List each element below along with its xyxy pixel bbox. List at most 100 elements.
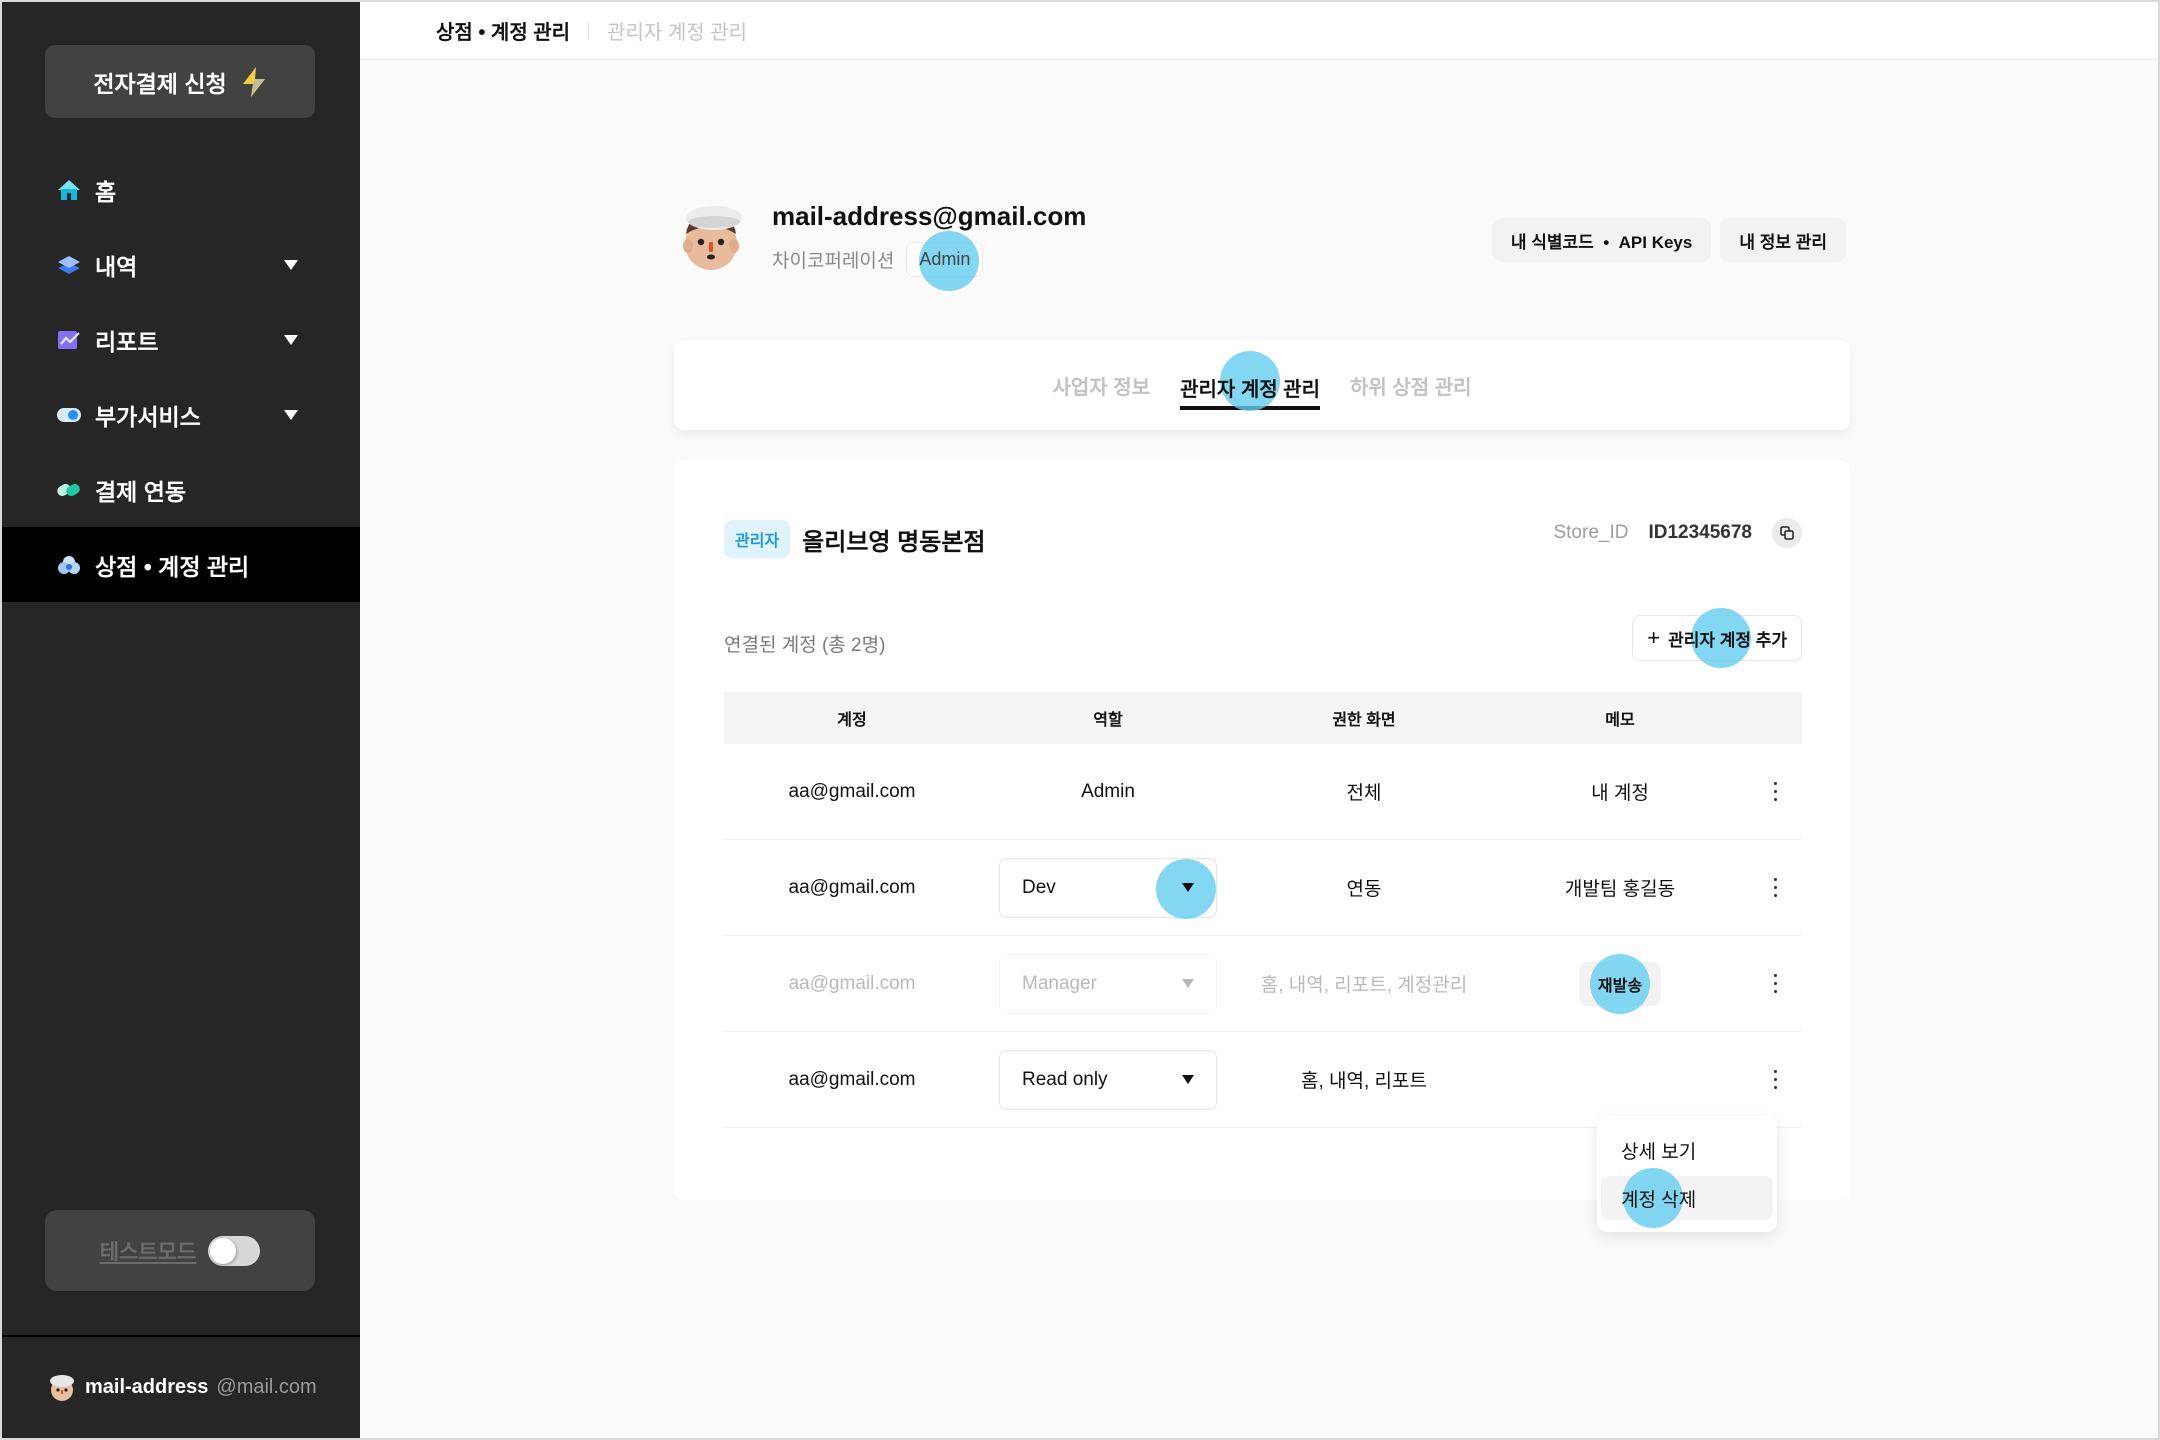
add-admin-account-button[interactable]: + 관리자 계정 추가 [1632,608,1802,668]
chevron-down-icon[interactable] [284,409,298,420]
user-footer[interactable]: mail-address @mail.com [47,1372,317,1402]
chevron-down-icon[interactable] [284,334,298,345]
admin-badge: 관리자 [724,520,791,558]
table-row: aa@gmail.com Manager 홈, 내역, 리포트, 계정관리 재발… [724,936,1802,1032]
sidebar: 전자결제 신청 홈 내역 리포트 부가서비스 결제 연동 상점 • 계정 관리 … [2,2,360,1438]
more-options-icon[interactable] [1773,878,1777,897]
breadcrumb-separator [588,21,590,40]
menu-item-view-details[interactable]: 상세 보기 [1601,1128,1773,1172]
role-select-value: Manager [1022,972,1097,994]
sidebar-item-report[interactable]: 리포트 [2,302,360,377]
user-name: mail-address [85,1375,209,1398]
tab-sub-stores[interactable]: 하위 상점 관리 [1350,363,1472,408]
column-header-memo: 메모 [1605,712,1635,729]
store-id: Store_ID ID12345678 [1553,518,1802,548]
sidebar-item-label: 홈 [95,178,117,205]
menu-item-delete-account[interactable]: 계정 삭제 [1601,1168,1773,1228]
tab-label: 관리자 계정 관리 [1180,378,1320,401]
sidebar-item-store-account[interactable]: 상점 • 계정 관리 [2,527,360,602]
role-select: Manager [999,953,1217,1014]
app-window: 전자결제 신청 홈 내역 리포트 부가서비스 결제 연동 상점 • 계정 관리 … [2,2,2158,1438]
breadcrumb-current: 관리자 계정 관리 [607,22,747,44]
column-header-role: 역할 [1093,712,1123,729]
copy-button[interactable] [1772,518,1802,548]
account-role: Admin [1081,780,1135,802]
more-options-icon[interactable] [1773,782,1777,801]
store-cloud-icon [57,554,81,576]
company-name: 차이코퍼레이션 [772,251,895,272]
sidebar-item-label: 부가서비스 [95,403,201,430]
test-mode-panel: 테스트모드 [45,1210,315,1291]
account-screens: 홈, 내역, 리포트 [1301,1071,1427,1092]
role-badge-label: Admin [919,249,971,269]
sidebar-item-addons[interactable]: 부가서비스 [2,377,360,452]
account-email: aa@gmail.com [788,1068,916,1090]
test-mode-toggle[interactable] [208,1235,261,1266]
profile-header: mail-address@gmail.com 차이코퍼레이션 Admin [674,198,1087,291]
more-options-icon[interactable] [1773,974,1777,993]
breadcrumb-main[interactable]: 상점 • 계정 관리 [436,16,570,45]
account-email: aa@gmail.com [788,972,916,994]
avatar [683,206,742,270]
store-header: 관리자 올리브영 명동본점 [724,520,985,558]
table-header: 계정 역할 권한 화면 메모 [724,692,1802,744]
user-domain: @mail.com [216,1375,317,1398]
sidebar-item-label: 내역 [95,253,138,280]
layers-icon [57,254,81,276]
copy-icon [1780,526,1794,540]
add-admin-account-label: 관리자 계정 추가 [1668,630,1787,650]
test-mode-label: 테스트모드 [99,1240,197,1264]
linked-accounts-count: 연결된 계정 (총 2명) [724,635,886,656]
avatar [50,1375,74,1401]
profile-info: mail-address@gmail.com 차이코퍼레이션 Admin [772,198,1087,291]
account-memo: 내 계정 [1591,783,1649,804]
column-header-account: 계정 [837,712,867,729]
sidebar-nav: 홈 내역 리포트 부가서비스 결제 연동 상점 • 계정 관리 [2,152,360,602]
more-options-icon[interactable] [1773,1070,1777,1089]
resend-invite-button[interactable]: 재발송 [1579,953,1661,1014]
accounts-card: 관리자 올리브영 명동본점 Store_ID ID12345678 연결된 계정… [674,460,1850,1200]
table-row: aa@gmail.com Dev 연동 개발팀 홍길동 [724,840,1802,936]
home-icon [57,179,81,201]
accounts-table: 계정 역할 권한 화면 메모 aa@gmail.com Admin 전체 내 계… [724,692,1802,1128]
chevron-down-icon [1182,1075,1194,1084]
profile-actions: 내 식별코드 • API Keys 내 정보 관리 [1491,218,1846,262]
sidebar-item-label: 상점 • 계정 관리 [95,553,250,580]
profile-email: mail-address@gmail.com [772,201,1087,231]
chart-icon [57,329,81,351]
role-select-value: Dev [1022,876,1056,898]
sidebar-item-home[interactable]: 홈 [2,152,360,227]
role-badge: Admin [906,231,984,291]
link-pill-icon [57,479,81,501]
column-header-screens: 권한 화면 [1332,712,1396,729]
role-select[interactable]: Read only [999,1049,1217,1110]
sidebar-divider [2,1335,360,1337]
role-select[interactable]: Dev [999,857,1217,919]
account-screens: 홈, 내역, 리포트, 계정관리 [1260,975,1468,996]
sidebar-item-history[interactable]: 내역 [2,227,360,302]
chevron-down-icon[interactable] [284,259,298,270]
tab-admin-accounts[interactable]: 관리자 계정 관리 [1180,350,1320,411]
table-row: aa@gmail.com Read only 홈, 내역, 리포트 [724,1032,1802,1128]
store-id-label: Store_ID [1553,522,1629,543]
breadcrumb: 상점 • 계정 관리 관리자 계정 관리 [360,2,2158,60]
role-select-value: Read only [1022,1068,1108,1090]
profile-meta: 차이코퍼레이션 Admin [772,231,1086,291]
resend-label: 재발송 [1597,977,1643,995]
api-keys-button[interactable]: 내 식별코드 • API Keys [1491,218,1712,262]
toggle-icon [57,404,81,426]
account-memo: 개발팀 홍길동 [1564,879,1676,900]
apply-payment-button[interactable]: 전자결제 신청 [45,45,315,118]
chevron-down-icon [1182,883,1194,892]
table-row: aa@gmail.com Admin 전체 내 계정 [724,744,1802,840]
sidebar-item-payment-integration[interactable]: 결제 연동 [2,452,360,527]
apply-payment-label: 전자결제 신청 [93,70,227,97]
tab-business-info[interactable]: 사업자 정보 [1053,363,1151,408]
account-screens: 연동 [1346,879,1382,900]
sidebar-item-label: 결제 연동 [95,478,187,505]
plus-icon: + [1647,625,1661,650]
row-context-menu: 상세 보기 계정 삭제 [1597,1116,1777,1232]
my-info-button[interactable]: 내 정보 관리 [1720,218,1846,262]
lightning-icon [242,66,265,97]
menu-item-label: 계정 삭제 [1621,1189,1697,1211]
